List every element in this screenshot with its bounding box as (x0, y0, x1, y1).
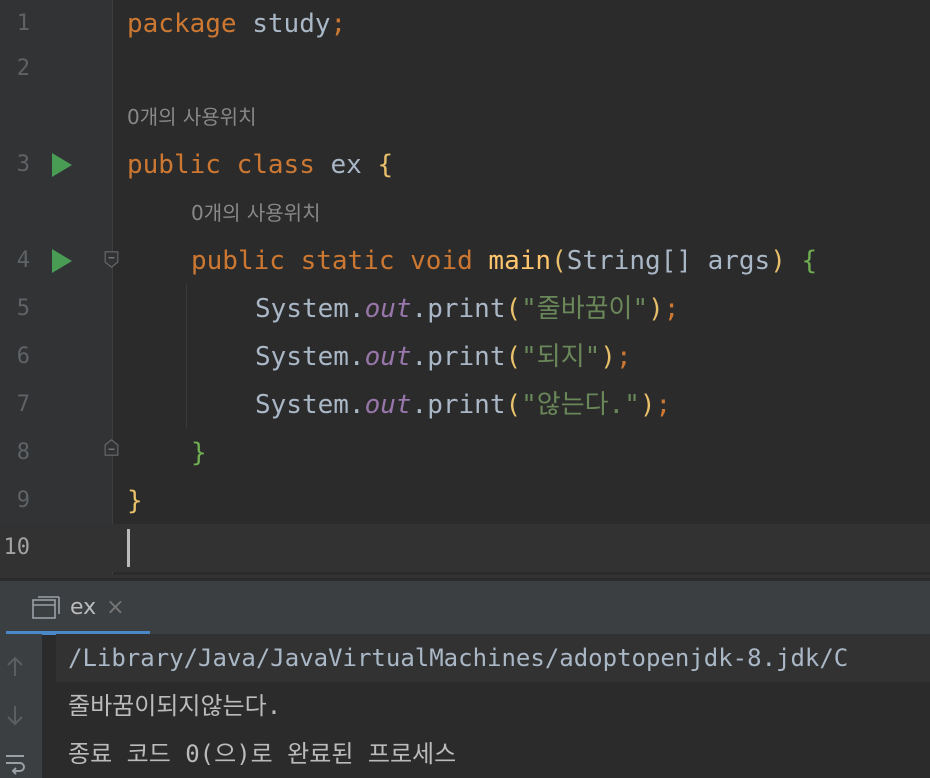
code-editor[interactable]: 1 package study; 2 0개의 사용위치 3 public cla… (0, 0, 930, 575)
code-line-6[interactable]: 6 System.out.print("되지"); (0, 333, 930, 381)
code-line-8[interactable]: 8 } (0, 429, 930, 477)
console-output[interactable]: /Library/Java/JavaVirtualMachines/adopto… (56, 634, 930, 778)
console-exit-line: 종료 코드 0(으)로 완료된 프로세스 (68, 740, 457, 768)
line-number: 5 (16, 296, 30, 321)
code-text: System.out.print("되지"); (255, 333, 632, 381)
line-number: 3 (16, 152, 30, 177)
ide-window: 1 package study; 2 0개의 사용위치 3 public cla… (0, 0, 930, 778)
run-tab-label: ex (70, 595, 97, 620)
line-number: 9 (16, 488, 30, 513)
paren: ( (505, 342, 522, 372)
run-triangle-icon[interactable] (52, 249, 72, 273)
semicolon: ; (330, 9, 347, 39)
semicolon: ; (615, 342, 632, 372)
code-text: public static void main(String[] args) { (191, 237, 817, 285)
method-call: .print (411, 342, 506, 372)
code-text: System.out.print("않는다."); (255, 381, 671, 429)
code-line-9[interactable]: 9 } (0, 477, 930, 525)
soft-wrap-icon[interactable] (4, 752, 26, 778)
paren: ) (639, 390, 656, 420)
run-tab-bar: ex × (0, 581, 930, 635)
code-text: System.out.print("줄바꿈이"); (255, 285, 679, 333)
code-text: package study; (127, 0, 346, 48)
indent-guide (186, 284, 187, 428)
method-call: .print (411, 390, 506, 420)
line-number: 8 (16, 440, 30, 465)
identifier: System. (255, 390, 365, 420)
code-line-3[interactable]: 3 public class ex { (0, 141, 930, 189)
line-number: 10 (3, 535, 31, 560)
params: String[] args (566, 246, 771, 276)
text-caret (127, 529, 130, 567)
identifier: System. (255, 294, 365, 324)
console-toolbar (0, 634, 42, 778)
console-output-line: 줄바꿈이되지않는다. (68, 692, 282, 720)
paren: ) (600, 342, 616, 372)
static-field: out (364, 342, 412, 372)
line-number: 4 (16, 248, 30, 273)
close-icon[interactable]: × (106, 595, 124, 620)
code-text: public class ex { (127, 141, 393, 189)
brace: { (801, 246, 818, 276)
static-field: out (364, 390, 412, 420)
keyword: class (220, 150, 315, 180)
line-number: 1 (16, 11, 30, 36)
usages-hint-class[interactable]: 0개의 사용위치 (127, 93, 256, 141)
paren: ( (505, 294, 522, 324)
code-line-5[interactable]: 5 System.out.print("줄바꿈이"); (0, 285, 930, 333)
arrow-up-icon[interactable] (4, 654, 26, 680)
code-text: } (127, 477, 143, 525)
code-line-2[interactable]: 2 (0, 45, 930, 93)
package-name: study (236, 9, 331, 39)
usages-hint-method[interactable]: 0개의 사용위치 (191, 189, 320, 237)
run-triangle-icon[interactable] (52, 153, 72, 177)
code-text: } (191, 429, 207, 477)
keyword: static (284, 246, 395, 276)
method-name: main (472, 246, 552, 276)
string-literal: "않는다." (521, 390, 640, 420)
fold-marker-icon[interactable] (103, 251, 120, 268)
method-call: .print (411, 294, 506, 324)
code-line-10[interactable]: 10 (0, 524, 930, 572)
brace: } (191, 438, 207, 468)
fold-marker-icon[interactable] (103, 439, 120, 456)
console-icon (32, 595, 60, 619)
arrow-down-icon[interactable] (4, 702, 26, 728)
line-number: 7 (16, 392, 30, 417)
paren: ( (551, 246, 567, 276)
paren: ) (770, 246, 786, 276)
keyword: package (127, 9, 237, 39)
static-field: out (364, 294, 412, 324)
paren: ) (648, 294, 664, 324)
semicolon: ; (663, 294, 680, 324)
code-line-1[interactable]: 1 package study; (0, 0, 930, 48)
identifier: System. (255, 342, 365, 372)
class-name: ex (314, 150, 378, 180)
line-number: 6 (16, 344, 30, 369)
brace: { (377, 150, 394, 180)
run-tool-window: ex × /Library/Java/JavaVirtualMachines/a… (0, 575, 930, 778)
keyword: public (191, 246, 285, 276)
run-tab-ex[interactable]: ex × (10, 581, 125, 634)
brace: } (127, 486, 143, 516)
keyword: public (127, 150, 221, 180)
code-line-4[interactable]: 4 public static void main(String[] args)… (0, 237, 930, 285)
console-command-line: /Library/Java/JavaVirtualMachines/adopto… (56, 634, 930, 682)
keyword: void (394, 246, 473, 276)
string-literal: "되지" (521, 342, 601, 372)
paren: ( (505, 390, 522, 420)
code-line-7[interactable]: 7 System.out.print("않는다."); (0, 381, 930, 429)
line-number: 2 (16, 56, 30, 81)
string-literal: "줄바꿈이" (521, 294, 649, 324)
semicolon: ; (655, 390, 672, 420)
